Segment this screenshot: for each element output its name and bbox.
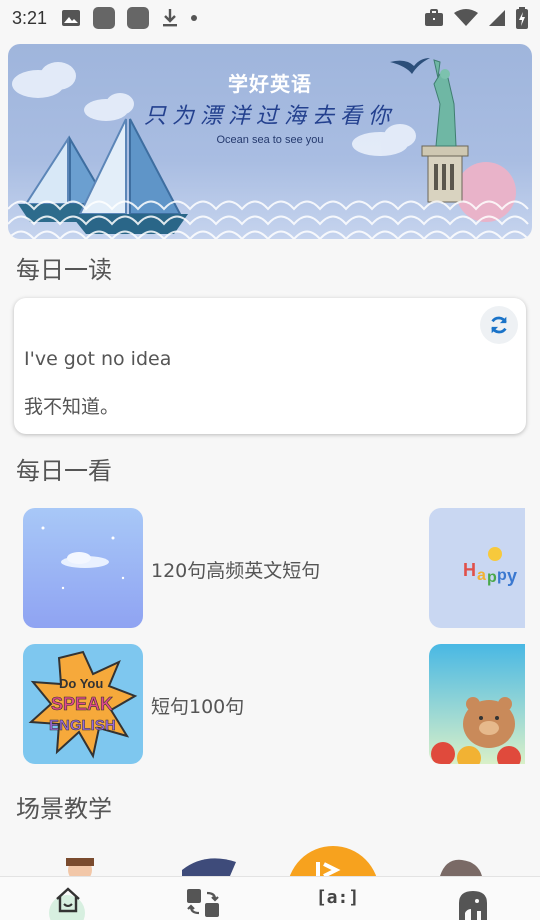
scene-item-2 — [182, 858, 236, 876]
system-icons — [424, 7, 528, 29]
image-icon — [62, 10, 81, 26]
svg-text:SPEAK: SPEAK — [51, 694, 113, 714]
dot-icon — [191, 15, 198, 21]
scene-list — [0, 840, 540, 876]
status-time: 3:21 — [12, 7, 48, 28]
sun-illustration — [456, 162, 516, 222]
wifi-icon — [454, 9, 478, 26]
banner-caption: Ocean sea to see you — [216, 134, 324, 146]
list-item[interactable]: Do You SPEAK ENGLISH 短句100句 — [23, 644, 423, 764]
app-square-icon — [93, 7, 116, 29]
nav-phonetic[interactable]: [a:] — [270, 877, 405, 920]
banner-title: 学好英语 — [228, 72, 312, 96]
svg-text:Do You: Do You — [59, 676, 103, 691]
signal-icon — [489, 10, 505, 26]
refresh-icon — [491, 316, 507, 334]
briefcase-icon — [425, 9, 443, 26]
phonetic-icon: [a:] — [315, 887, 360, 908]
look-thumbnail — [23, 508, 143, 628]
nav-profile[interactable] — [405, 877, 540, 920]
list-item[interactable]: 120句高频英文短句 — [23, 508, 423, 628]
notification-icons — [61, 7, 198, 29]
banner-carousel[interactable]: 学好英语 只为漂洋过海去看你 Ocean sea to see you — [8, 44, 532, 239]
svg-text:y: y — [507, 566, 517, 586]
daily-look-title: 每日一看 — [16, 457, 112, 485]
elephant-icon — [458, 891, 487, 920]
status-bar: 3:21 — [0, 0, 540, 36]
battery-charging-icon — [516, 7, 528, 29]
svg-text:ENGLISH: ENGLISH — [49, 717, 116, 734]
daily-read-english: I've got no idea — [24, 348, 172, 370]
scene-item-4 — [440, 859, 482, 876]
look-item-label: 短句100句 — [151, 696, 245, 718]
refresh-button[interactable] — [480, 306, 518, 344]
daily-read-card[interactable]: I've got no idea 我不知道。 — [14, 298, 526, 434]
translate-icon — [186, 889, 219, 917]
banner-subtitle: 只为漂洋过海去看你 — [143, 104, 396, 129]
scene-teaching-title: 场景教学 — [16, 795, 112, 823]
scene-item-3 — [289, 846, 377, 876]
daily-read-chinese: 我不知道。 — [24, 396, 120, 418]
list-item-peek[interactable] — [429, 644, 525, 764]
list-item-peek[interactable]: H a p p y — [429, 508, 525, 628]
app-square-icon — [127, 7, 150, 29]
look-item-label: 120句高频英文短句 — [151, 560, 321, 582]
home-icon — [55, 887, 80, 913]
scene-item-1 — [66, 858, 94, 876]
svg-text:H: H — [463, 560, 476, 580]
nav-translate[interactable] — [135, 877, 270, 920]
download-icon — [163, 9, 178, 27]
svg-text:p: p — [487, 569, 497, 586]
svg-text:a: a — [477, 567, 486, 584]
svg-text:p: p — [497, 567, 507, 584]
look-thumbnail: Do You SPEAK ENGLISH — [23, 644, 143, 764]
nav-home[interactable] — [0, 877, 135, 920]
bottom-navigation: [a:] — [0, 876, 540, 920]
daily-read-title: 每日一读 — [16, 256, 112, 284]
